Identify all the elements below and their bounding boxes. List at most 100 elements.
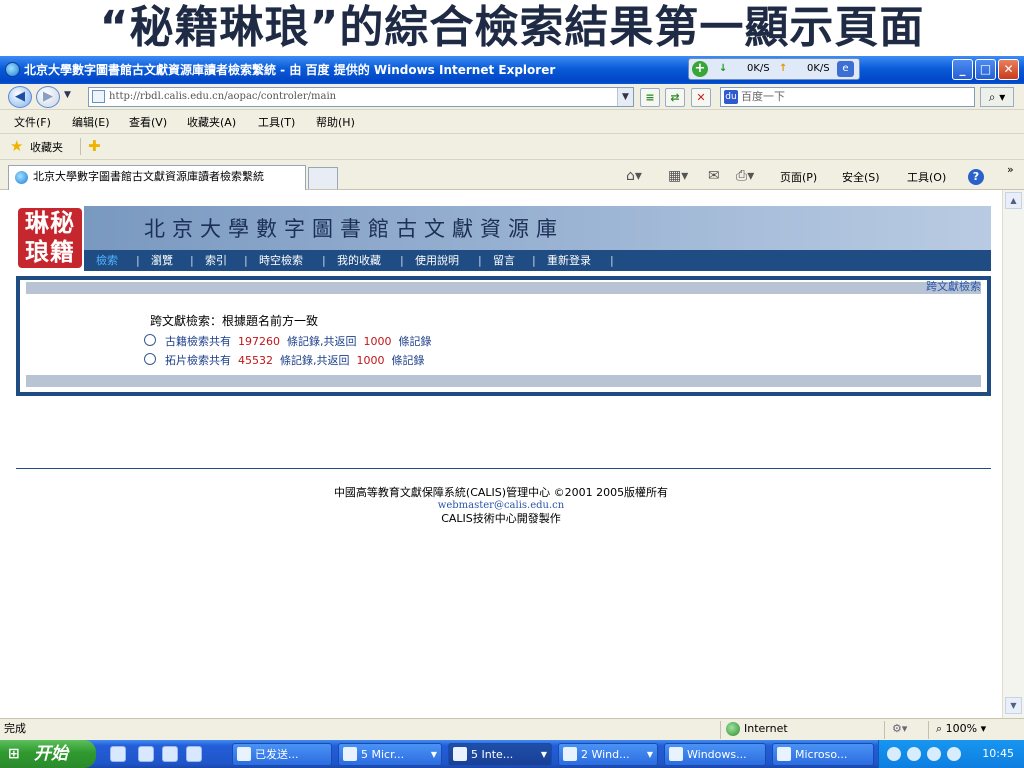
favorites-separator (80, 138, 81, 155)
new-tab-button[interactable] (308, 167, 338, 189)
home-icon[interactable]: ⌂▾ (626, 168, 642, 184)
result-returned: 1000 (356, 354, 385, 367)
search-input[interactable]: du 百度一下 (720, 87, 975, 107)
forward-button[interactable]: ▶ (36, 86, 60, 108)
menu-edit[interactable]: 编辑(E) (72, 114, 110, 130)
protected-mode-icon[interactable]: ⚙▾ (892, 719, 907, 739)
help-icon[interactable]: ? (968, 169, 984, 185)
nav-index[interactable]: 索引 (205, 250, 227, 271)
address-input[interactable]: http://rbdl.calis.edu.cn/aopac/controler… (88, 87, 634, 107)
library-header: 琳秘琅籍 北京大學數字圖書館古文獻資源庫 檢索 | 瀏覽 | 索引 | 時空檢索… (16, 206, 991, 271)
library-name: 北京大學數字圖書館古文獻資源庫 (144, 217, 564, 241)
menu-file[interactable]: 文件(F) (14, 114, 51, 130)
task-sent[interactable]: 已发送... (232, 743, 332, 766)
result-total: 45532 (238, 354, 273, 367)
footer-developer: CALIS技術中心開發製作 (441, 512, 561, 525)
stop-button[interactable]: ✕ (691, 88, 711, 107)
page-menu[interactable]: 页面(P) (780, 169, 817, 185)
footer-email-link[interactable]: webmaster@calis.edu.cn (0, 499, 1002, 512)
favorites-star-icon[interactable]: ★ (10, 137, 23, 155)
tray-security-icon[interactable] (947, 747, 961, 761)
mail-icon[interactable]: ✉ (708, 168, 720, 184)
nav-search[interactable]: 檢索 (96, 250, 118, 271)
ie-small-icon[interactable]: e (837, 61, 854, 77)
quicklaunch-desktop-icon[interactable] (110, 746, 126, 762)
result-suffix: 條記錄 (398, 335, 432, 348)
favorites-label[interactable]: 收藏夹 (30, 139, 63, 155)
nav-separator: | (400, 254, 404, 267)
maximize-button[interactable]: □ (975, 59, 996, 80)
cross-search-link[interactable]: 跨文獻檢索 (926, 278, 981, 294)
print-icon[interactable]: ⎙▾ (736, 168, 754, 184)
nav-message[interactable]: 留言 (493, 250, 515, 271)
nav-spatiotemporal[interactable]: 時空檢索 (259, 250, 303, 271)
radio-ancient-books[interactable] (144, 334, 156, 346)
nav-collection[interactable]: 我的收藏 (337, 250, 381, 271)
task-icon (453, 747, 467, 761)
tray-network-icon[interactable] (927, 747, 941, 761)
task-microsoft[interactable]: Microso... (772, 743, 874, 766)
tray-help-icon[interactable] (887, 747, 901, 761)
menu-favorites[interactable]: 收藏夹(A) (187, 114, 236, 130)
task-label: 5 Micr... (361, 748, 405, 761)
compat-view-button[interactable]: ≡ (640, 88, 660, 107)
task-windows[interactable]: Windows... (664, 743, 766, 766)
nav-instructions[interactable]: 使用說明 (415, 250, 459, 271)
history-dropdown-icon[interactable]: ▼ (64, 90, 71, 100)
task-icon (669, 747, 683, 761)
scroll-up-icon[interactable]: ▲ (1005, 192, 1022, 209)
task-word[interactable]: 5 Micr... ▼ (338, 743, 442, 766)
quicklaunch-media-icon[interactable] (162, 746, 178, 762)
quicklaunch-ie-icon[interactable] (186, 746, 202, 762)
result-ancient-books[interactable]: 古籍檢索共有 197260 條記錄,共返回 1000 條記錄 (165, 333, 432, 349)
scroll-down-icon[interactable]: ▼ (1005, 697, 1022, 714)
windows-taskbar: ⊞ 开始 已发送... 5 Micr... ▼ 5 Inte... ▼ 2 Wind… (0, 740, 1024, 768)
zoom-level[interactable]: ⌕ 100% ▾ (936, 719, 986, 739)
add-favorite-icon[interactable]: ✚ (88, 137, 101, 155)
task-label: Windows... (687, 748, 747, 761)
security-zone[interactable]: Internet (726, 719, 788, 739)
tools-menu[interactable]: 工具(O) (907, 169, 946, 185)
menu-view[interactable]: 查看(V) (129, 114, 167, 130)
status-separator (928, 721, 929, 739)
nav-browse[interactable]: 瀏覽 (151, 250, 173, 271)
window-titlebar[interactable]: 北京大學數字圖書館古文獻資源庫讀者檢索繫統 - 由 百度 提供的 Windows… (0, 56, 1024, 84)
safety-menu[interactable]: 安全(S) (842, 169, 880, 185)
address-dropdown-icon[interactable]: ▼ (617, 88, 633, 106)
task-caret-icon: ▼ (540, 750, 547, 759)
vertical-scrollbar[interactable]: ▲ ▼ (1002, 190, 1024, 718)
search-placeholder: 百度一下 (741, 90, 785, 103)
menu-help[interactable]: 帮助(H) (316, 114, 355, 130)
network-speed-widget[interactable]: + ↓ 0K/S ↑ 0K/S e (688, 58, 860, 80)
back-button[interactable]: ◀ (8, 86, 32, 108)
favorites-bar: ★ 收藏夹 ✚ (0, 134, 1024, 160)
tray-arrow-icon[interactable] (907, 747, 921, 761)
globe-icon (726, 722, 740, 736)
feeds-icon[interactable]: ▦▾ (668, 168, 688, 184)
tray-clock[interactable]: 10:45 (982, 740, 1014, 768)
nav-relogin[interactable]: 重新登录 (547, 250, 591, 271)
quicklaunch-app-icon[interactable] (138, 746, 154, 762)
plus-icon[interactable]: + (692, 61, 708, 77)
result-rubbings[interactable]: 拓片檢索共有 45532 條記錄,共返回 1000 條記錄 (165, 352, 425, 368)
nav-separator: | (190, 254, 194, 267)
close-button[interactable]: ✕ (998, 59, 1019, 80)
task-explorer[interactable]: 2 Wind... ▼ (558, 743, 658, 766)
start-button[interactable]: ⊞ 开始 (0, 740, 96, 768)
system-tray: 10:45 (878, 740, 1024, 768)
refresh-button[interactable]: ⇄ (665, 88, 685, 107)
start-label: 开始 (34, 744, 68, 764)
search-button[interactable]: ⌕ ▾ (980, 87, 1014, 107)
panel-band-bottom (26, 375, 981, 387)
more-commands-icon[interactable]: » (1007, 163, 1014, 176)
radio-rubbings[interactable] (144, 353, 156, 365)
tab-ie-icon (15, 171, 28, 184)
result-prefix: 拓片檢索共有 (165, 354, 231, 367)
menu-tools[interactable]: 工具(T) (258, 114, 295, 130)
results-heading: 跨文獻檢索：根據題名前方一致 (150, 314, 319, 328)
result-returned: 1000 (363, 335, 392, 348)
tab-current[interactable]: 北京大學數字圖書館古文獻資源庫讀者檢索繫統 (8, 165, 306, 190)
task-ie[interactable]: 5 Inte... ▼ (448, 743, 552, 766)
minimize-button[interactable]: _ (952, 59, 973, 80)
result-suffix: 條記錄 (391, 354, 425, 367)
